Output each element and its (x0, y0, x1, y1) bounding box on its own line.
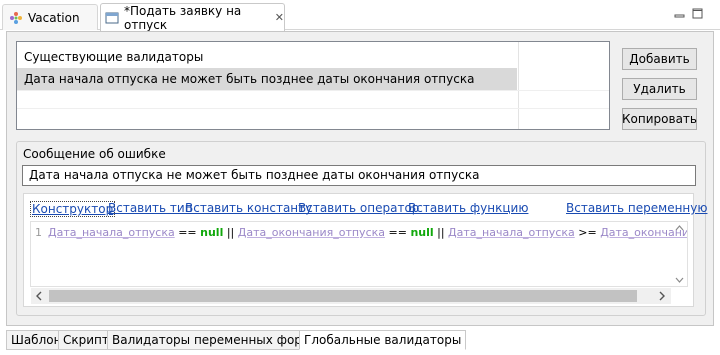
constructor-link[interactable]: Конструктор (30, 201, 116, 217)
horizontal-scrollbar[interactable] (31, 288, 671, 304)
validators-table[interactable]: Существующие валидаторы Дата начала отпу… (16, 41, 610, 130)
scroll-right-icon[interactable] (656, 290, 668, 302)
code-line: 1 Дата_начала_отпуска == null || Дата_око… (35, 226, 687, 240)
column-divider (518, 42, 519, 129)
code-operator: == (174, 226, 201, 239)
code-variable: Дата_начала_отпуска (48, 226, 175, 239)
tab-request-vacation[interactable]: *Подать заявку на отпуск ✕ (100, 3, 285, 32)
tab-form-variable-validators[interactable]: Валидаторы переменных формы (107, 330, 326, 350)
delete-button[interactable]: Удалить (622, 78, 697, 100)
tab-global-validators[interactable]: Глобальные валидаторы (299, 330, 467, 350)
row-divider (17, 108, 609, 109)
insert-operator-link[interactable]: Вставить оператор (298, 201, 419, 215)
code-operator: == (385, 226, 411, 239)
code-variable: Дата_начала_отпуска (448, 226, 575, 239)
table-header: Существующие валидаторы (24, 50, 204, 64)
code-tokens: Дата_начала_отпуска == null || Дата_окон… (48, 226, 687, 239)
code-operator: || (223, 226, 238, 239)
add-button[interactable]: Добавить (622, 48, 697, 70)
line-number: 1 (35, 226, 42, 239)
scroll-thumb[interactable] (49, 290, 637, 302)
tab-script[interactable]: Скрипт (58, 330, 114, 350)
minimize-icon[interactable] (674, 8, 685, 19)
vertical-scrollbar[interactable] (672, 222, 687, 286)
insert-function-link[interactable]: Вставить функцию (408, 201, 528, 215)
error-message-label: Сообщение об ошибке (23, 147, 166, 161)
flower-icon (9, 11, 23, 25)
insert-constant-link[interactable]: Вставить константу (185, 201, 312, 215)
form-icon (105, 11, 119, 25)
insert-variable-link[interactable]: Вставить переменную (566, 201, 707, 215)
error-message-input[interactable]: Дата начала отпуска не может быть поздне… (22, 165, 696, 186)
scroll-left-icon[interactable] (33, 290, 45, 302)
code-keyword: null (200, 226, 224, 239)
code-operator: || (433, 226, 449, 239)
insert-type-link[interactable]: Вставить тип (108, 201, 193, 215)
tab-label: Vacation (28, 10, 80, 25)
code-editor[interactable]: 1 Дата_начала_отпуска == null || Дата_око… (30, 221, 688, 287)
row-divider (17, 90, 609, 91)
code-keyword: null (410, 226, 434, 239)
close-icon[interactable]: ✕ (275, 11, 284, 24)
tab-label: *Подать заявку на отпуск (124, 3, 242, 32)
copy-button[interactable]: Копировать (622, 108, 697, 130)
tab-vacation[interactable]: Vacation (2, 4, 98, 30)
code-variable: Дата_окончания_отпуска (237, 226, 385, 239)
maximize-icon[interactable] (692, 8, 703, 19)
table-row[interactable]: Дата начала отпуска не может быть поздне… (17, 68, 517, 90)
code-operator: >= (574, 226, 601, 239)
